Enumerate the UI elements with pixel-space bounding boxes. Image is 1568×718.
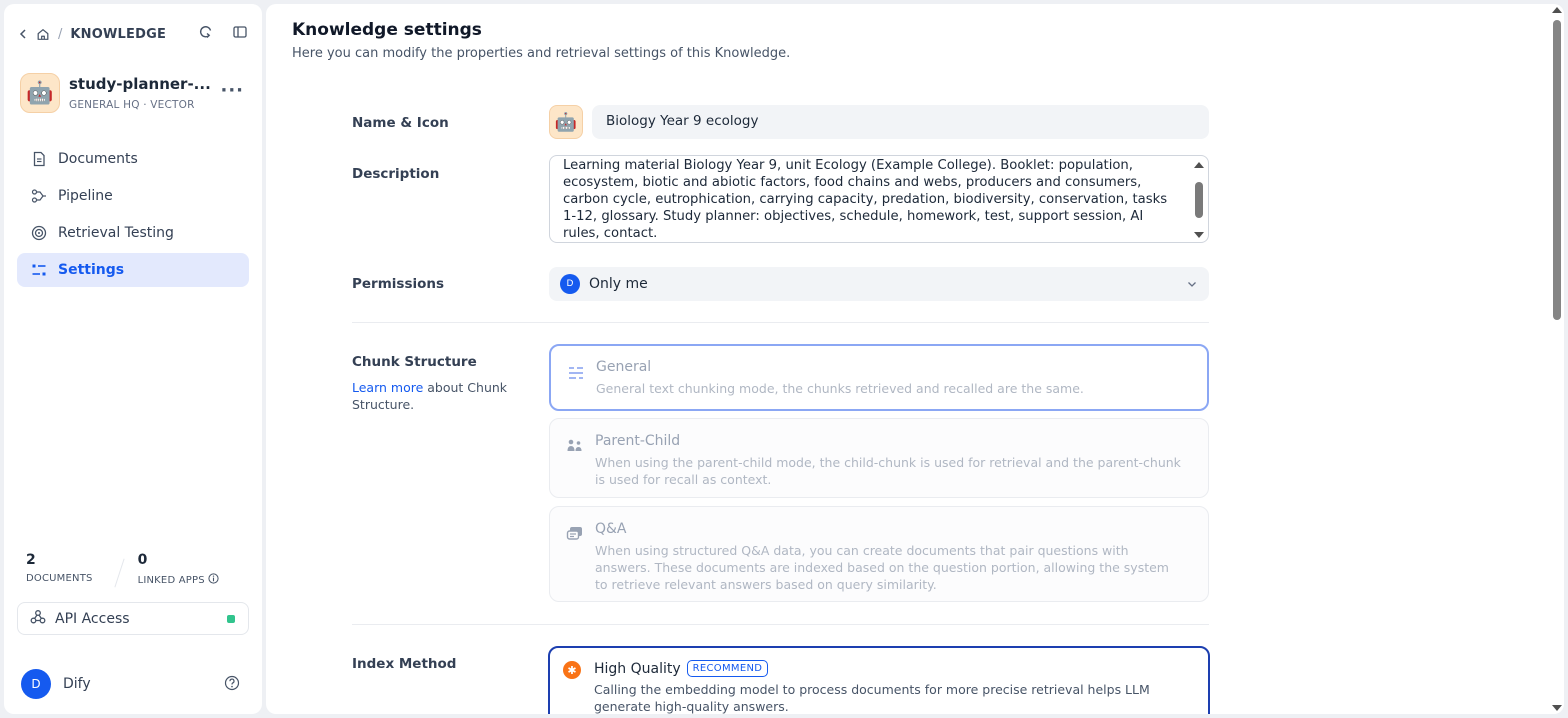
user-profile[interactable]: D Dify [21, 669, 91, 699]
sidebar-nav: Documents Pipeline Retrieval Testing Set… [17, 142, 249, 290]
refresh-icon[interactable] [198, 24, 214, 40]
dataset-stats: 2 DOCUMENTS 0 LINKED APPS [26, 552, 219, 588]
page-subtitle: Here you can modify the properties and r… [292, 46, 791, 61]
pipeline-icon [31, 188, 47, 204]
chunk-option-title: General [596, 359, 652, 375]
sidebar-item-documents[interactable]: Documents [17, 142, 249, 176]
main-scrollbar[interactable] [1550, 4, 1564, 714]
permissions-value: Only me [589, 276, 648, 292]
name-icon-label: Name & Icon [352, 115, 449, 131]
linked-apps-label: LINKED APPS [137, 574, 205, 586]
stats-divider [113, 558, 125, 588]
sidebar: / KNOWLEDGE 🤖 study-planner-... GENERAL … [4, 4, 262, 714]
documents-count: 2 [26, 552, 36, 568]
breadcrumb: / KNOWLEDGE [16, 24, 166, 44]
index-method-label: Index Method [352, 656, 457, 672]
chunk-structure-help: Learn more about Chunk Structure. [352, 379, 532, 413]
chevron-down-icon [1185, 277, 1199, 291]
index-option-desc: Calling the embedding model to process d… [594, 682, 1150, 714]
chunk-option-general[interactable]: General General text chunking mode, the … [549, 344, 1209, 411]
dataset-name: study-planner-... [69, 75, 211, 93]
settings-sliders-icon [31, 262, 47, 278]
permissions-label: Permissions [352, 276, 445, 292]
parent-child-icon [566, 437, 584, 455]
description-textarea[interactable]: Learning material Biology Year 9, unit E… [549, 155, 1209, 243]
chunk-option-qa[interactable]: Q&A When using structured Q&A data, you … [549, 506, 1209, 602]
chunk-option-desc: When using structured Q&A data, you can … [595, 543, 1169, 592]
index-option-high-quality[interactable]: ✱ High Quality RECOMMEND Calling the emb… [548, 646, 1210, 714]
sidebar-item-label: Settings [58, 262, 125, 278]
chunk-structure-label: Chunk Structure [352, 354, 477, 370]
documents-label: DOCUMENTS [26, 573, 93, 584]
description-scrollbar[interactable] [1194, 162, 1204, 238]
sidebar-top-actions [198, 24, 248, 40]
chunk-option-desc: When using the parent-child mode, the ch… [595, 455, 1181, 487]
index-option-title: High Quality [594, 660, 681, 677]
knowledge-icon-picker[interactable]: 🤖 [549, 105, 583, 139]
description-text: Learning material Biology Year 9, unit E… [563, 158, 1168, 241]
dataset-meta: GENERAL HQ · VECTOR [69, 99, 195, 111]
help-icon[interactable] [224, 675, 240, 691]
more-options-button[interactable]: ··· [220, 80, 244, 101]
api-status-indicator [227, 615, 235, 623]
sidebar-item-pipeline[interactable]: Pipeline [17, 179, 249, 213]
index-option-title-row: High Quality RECOMMEND [594, 660, 769, 677]
general-chunk-icon [567, 364, 585, 382]
section-divider [352, 322, 1209, 323]
breadcrumb-section[interactable]: KNOWLEDGE [70, 27, 166, 42]
avatar: D [21, 669, 51, 699]
documents-stat: 2 DOCUMENTS [26, 552, 93, 584]
dataset-header: 🤖 study-planner-... GENERAL HQ · VECTOR … [20, 72, 250, 116]
sidebar-item-label: Pipeline [58, 188, 113, 204]
learn-more-link[interactable]: Learn more [352, 380, 423, 395]
chunk-option-title: Parent-Child [595, 433, 681, 449]
main-panel: Knowledge settings Here you can modify t… [266, 4, 1564, 714]
info-icon[interactable] [208, 573, 219, 587]
chunk-option-parent-child[interactable]: Parent-Child When using the parent-child… [549, 418, 1209, 498]
user-name: Dify [63, 676, 91, 692]
collapse-sidebar-icon[interactable] [232, 24, 248, 40]
recommend-badge: RECOMMEND [686, 660, 769, 677]
chevron-left-icon[interactable] [16, 27, 30, 41]
permission-avatar: D [560, 274, 580, 294]
chunk-option-desc: General text chunking mode, the chunks r… [596, 381, 1084, 396]
api-access-label: API Access [55, 610, 130, 627]
linked-apps-label-row: LINKED APPS [138, 573, 219, 587]
api-access-button[interactable]: API Access [17, 602, 249, 635]
permissions-select[interactable]: D Only me [549, 267, 1209, 301]
sidebar-item-label: Retrieval Testing [58, 225, 174, 241]
linked-apps-count: 0 [137, 552, 148, 568]
sidebar-item-label: Documents [58, 151, 138, 167]
dataset-avatar[interactable]: 🤖 [20, 73, 60, 113]
section-divider [352, 624, 1209, 625]
linked-apps-stat: 0 LINKED APPS [138, 552, 219, 587]
qa-icon [566, 525, 584, 543]
target-icon [31, 225, 47, 241]
page-title: Knowledge settings [292, 20, 482, 40]
high-quality-icon: ✱ [563, 661, 581, 679]
description-label: Description [352, 166, 440, 182]
knowledge-name-input[interactable]: Biology Year 9 ecology [592, 105, 1209, 139]
home-icon[interactable] [36, 27, 50, 41]
chunk-option-title: Q&A [595, 521, 627, 537]
api-icon [30, 609, 46, 629]
sidebar-item-retrieval-testing[interactable]: Retrieval Testing [17, 216, 249, 250]
document-icon [31, 151, 47, 167]
breadcrumb-separator: / [58, 26, 63, 42]
sidebar-item-settings[interactable]: Settings [17, 253, 249, 287]
